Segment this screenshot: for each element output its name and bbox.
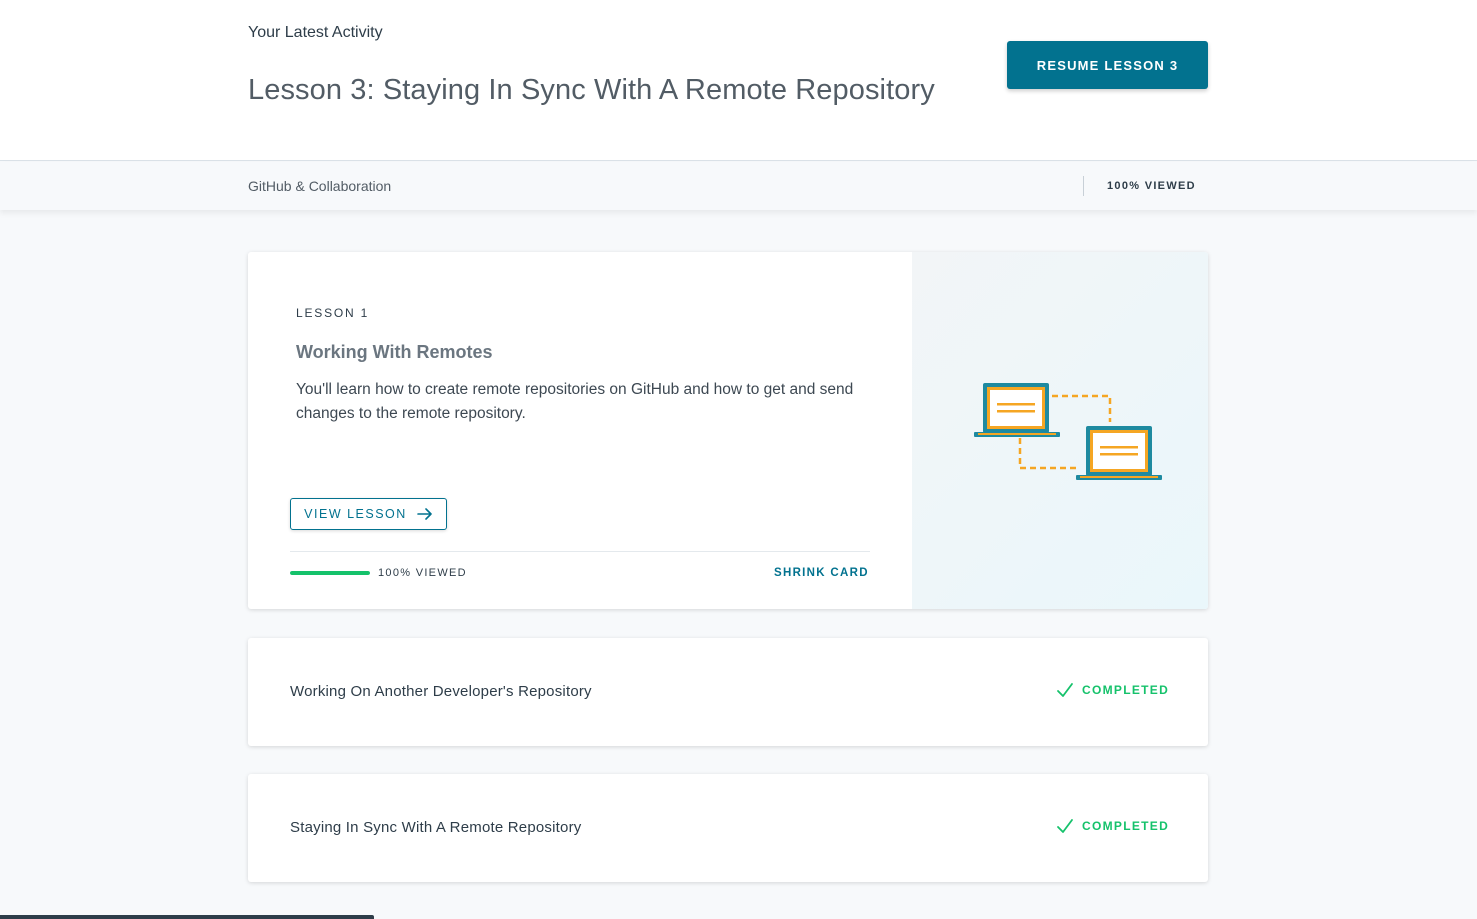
lesson-status-label: COMPLETED <box>1082 819 1170 833</box>
lesson-progress-fill <box>290 571 370 575</box>
lesson-card-expanded: LESSON 1 Working With Remotes You'll lea… <box>248 252 1208 609</box>
lesson-illustration-panel <box>912 252 1208 609</box>
course-viewed-status: 100% VIEWED <box>1107 180 1196 192</box>
lesson-card-content: LESSON 1 Working With Remotes You'll lea… <box>248 252 912 609</box>
card-divider <box>290 551 870 552</box>
course-name: GitHub & Collaboration <box>248 178 392 194</box>
lesson-status: COMPLETED <box>1056 682 1169 698</box>
bottom-scroll-indicator <box>0 915 374 919</box>
laptops-sync-illustration <box>974 383 1162 480</box>
view-lesson-button[interactable]: VIEW LESSON <box>290 498 447 530</box>
lesson-progress-bar <box>290 571 370 575</box>
lesson-row-title: Staying In Sync With A Remote Repository <box>290 819 582 836</box>
page-title: Lesson 3: Staying In Sync With A Remote … <box>248 74 935 106</box>
view-lesson-label: VIEW LESSON <box>304 507 407 521</box>
lesson-description: You'll learn how to create remote reposi… <box>296 381 854 422</box>
latest-activity-label: Your Latest Activity <box>248 24 383 41</box>
subbar-divider <box>1083 176 1084 196</box>
lesson-number: LESSON 1 <box>296 306 370 320</box>
lesson-row-title: Working On Another Developer's Repositor… <box>290 683 592 700</box>
arrow-right-icon <box>417 508 432 520</box>
lesson-card-collapsed[interactable]: Working On Another Developer's Repositor… <box>248 638 1208 746</box>
lesson-status: COMPLETED <box>1056 818 1169 834</box>
lesson-card-collapsed[interactable]: Staying In Sync With A Remote Repository… <box>248 774 1208 882</box>
check-icon <box>1057 683 1073 697</box>
resume-lesson-button[interactable]: RESUME LESSON 3 <box>1007 41 1208 89</box>
lesson-progress-text: 100% VIEWED <box>378 567 467 579</box>
activity-header: Your Latest Activity Lesson 3: Staying I… <box>0 0 1477 161</box>
lesson-title: Working With Remotes <box>296 342 493 362</box>
course-subbar: GitHub & Collaboration 100% VIEWED <box>0 162 1477 210</box>
check-icon <box>1057 819 1073 833</box>
lesson-status-label: COMPLETED <box>1082 683 1170 697</box>
shrink-card-link[interactable]: SHRINK CARD <box>774 567 869 579</box>
